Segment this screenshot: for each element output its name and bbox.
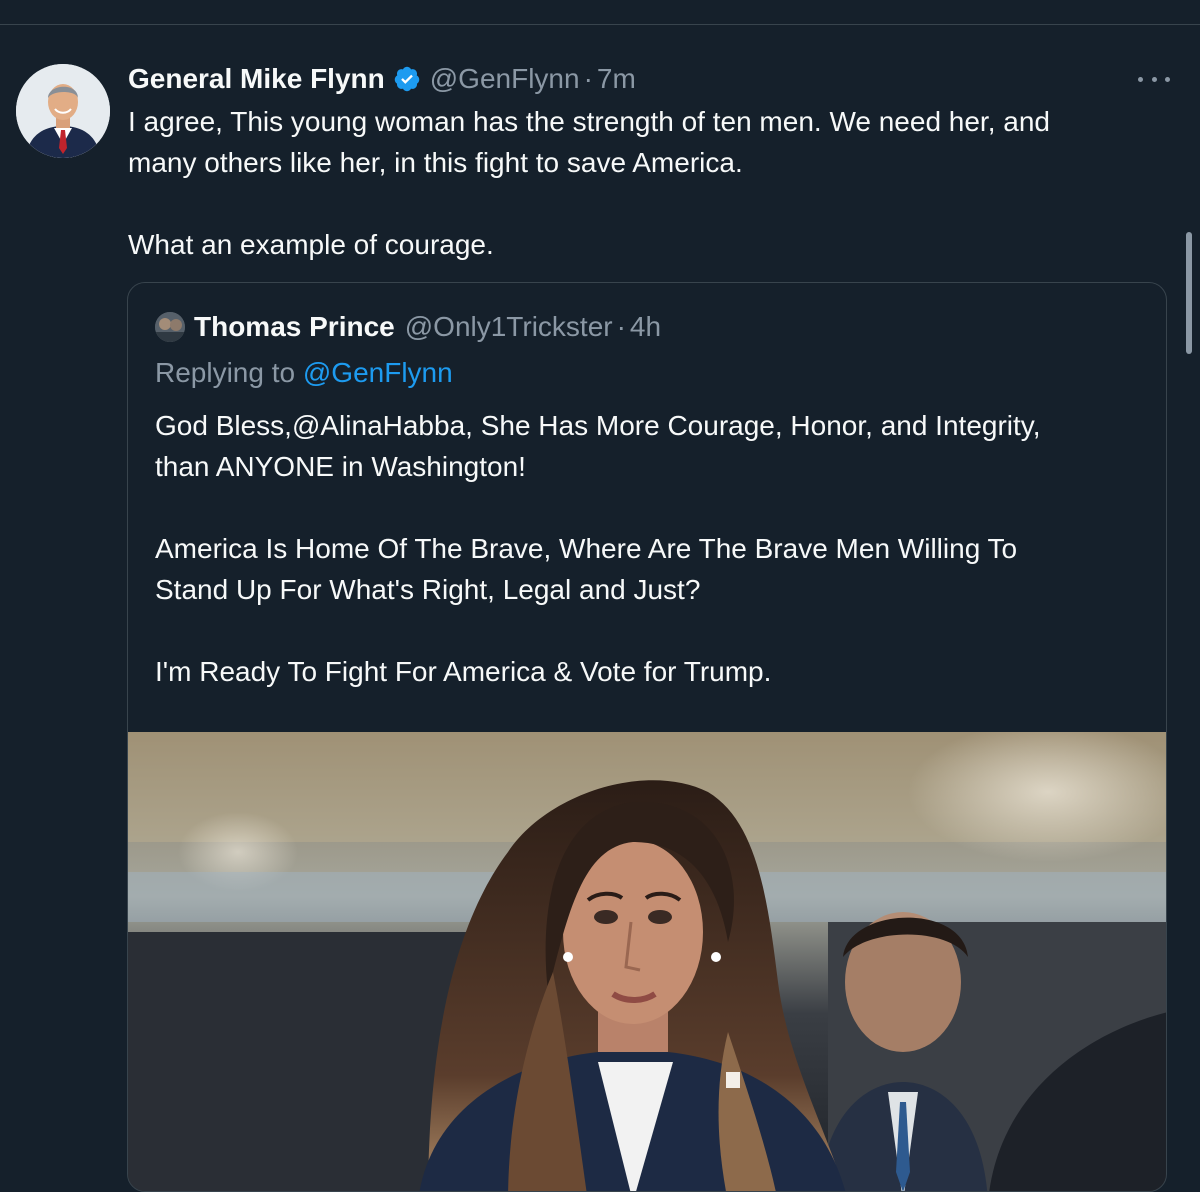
author-avatar[interactable] [16, 64, 110, 158]
tweet[interactable]: General Mike Flynn @GenFlynn · 7m I agre… [0, 25, 1200, 1192]
tweet-header: General Mike Flynn @GenFlynn · 7m [128, 59, 636, 99]
quoted-separator-dot: · [616, 311, 626, 342]
tweet-timestamp[interactable]: 7m [597, 63, 636, 95]
author-handle[interactable]: @GenFlynn [430, 63, 580, 95]
quoted-tweet-header: Thomas Prince @Only1Trickster · 4h [155, 307, 661, 347]
quoted-author-name[interactable]: Thomas Prince [194, 311, 395, 343]
quoted-tweet-timestamp[interactable]: 4h [630, 311, 661, 343]
quoted-tweet-text: God Bless,@AlinaHabba, She Has More Cour… [155, 410, 1041, 687]
separator-dot: · [583, 63, 593, 94]
replying-to: Replying to @GenFlynn [155, 353, 453, 393]
more-horizontal-icon[interactable] [1136, 67, 1172, 91]
quoted-author-handle[interactable]: @Only1Trickster [405, 311, 613, 343]
scrollbar-thumb[interactable] [1186, 232, 1192, 354]
replying-to-mention[interactable]: @GenFlynn [303, 357, 453, 388]
author-name[interactable]: General Mike Flynn [128, 63, 385, 95]
quoted-tweet[interactable]: Thomas Prince @Only1Trickster · 4h Reply… [127, 282, 1167, 1192]
quoted-tweet-photo[interactable] [128, 732, 1166, 1191]
replying-to-label: Replying to [155, 357, 303, 388]
verified-badge-icon[interactable] [393, 65, 421, 93]
tweet-text: I agree, This young woman has the streng… [128, 106, 1050, 260]
quoted-author-avatar[interactable] [155, 312, 185, 342]
